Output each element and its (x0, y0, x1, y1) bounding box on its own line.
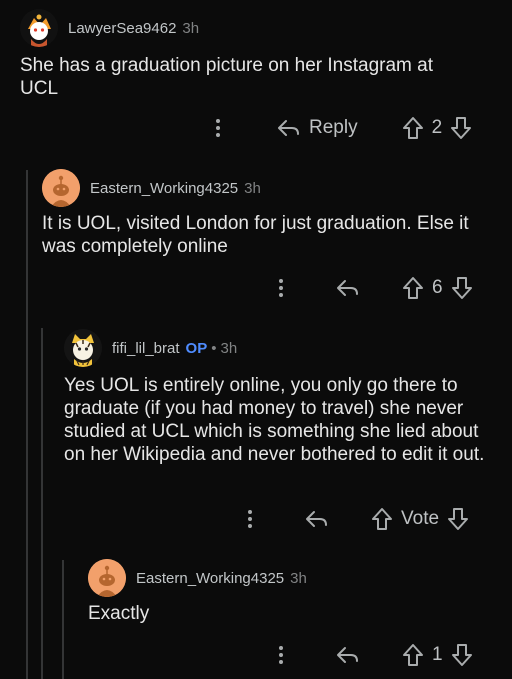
comment-body: Exactly (88, 603, 150, 624)
comment-header: fifi_lil_brat OP • 3h (64, 329, 504, 367)
thread-line-level-3 (62, 560, 64, 679)
op-badge: OP (185, 339, 208, 357)
downvote-button[interactable] (450, 116, 472, 140)
comment-header: Eastern_Working4325 3h (88, 559, 498, 597)
more-options-icon (248, 510, 252, 528)
upvote-arrow-icon (403, 644, 423, 666)
downvote-button[interactable] (451, 276, 473, 300)
downvote-arrow-icon (451, 644, 472, 666)
more-options-button[interactable] (268, 645, 294, 665)
more-options-button[interactable] (268, 278, 294, 298)
timestamp: 3h (290, 569, 307, 587)
snoo-avatar-icon (42, 169, 80, 207)
comment-body: It is UOL, visited London for just gradu… (42, 213, 469, 257)
timestamp: 3h (220, 339, 238, 357)
vote-label: Vote (401, 508, 440, 529)
comment-2-actions: 6 (268, 276, 473, 300)
username[interactable]: LawyerSea9462 (68, 20, 176, 37)
more-options-icon (279, 646, 283, 664)
more-options-icon (216, 119, 220, 137)
comment-body: She has a graduation picture on her Inst… (20, 55, 433, 99)
comment-2: Eastern_Working4325 3h It is UOL, visite… (42, 169, 502, 258)
reply-arrow-icon (278, 120, 299, 136)
more-options-button[interactable] (205, 118, 231, 138)
thread-line-level-1 (26, 170, 28, 679)
avatar[interactable] (64, 329, 102, 367)
upvote-button[interactable] (402, 276, 424, 300)
downvote-arrow-icon (451, 277, 472, 299)
reply-button[interactable] (336, 278, 360, 298)
more-options-button[interactable] (237, 509, 263, 529)
more-options-icon (279, 279, 283, 297)
username[interactable]: Eastern_Working4325 (90, 180, 238, 197)
upvote-button[interactable] (402, 643, 424, 667)
reply-button[interactable]: Reply (277, 117, 358, 139)
avatar[interactable] (20, 9, 58, 47)
reply-button[interactable] (305, 509, 329, 529)
comment-4-actions: 1 (268, 643, 473, 667)
avatar[interactable] (88, 559, 126, 597)
vote-count: 2 (431, 117, 443, 138)
vote-count: 6 (432, 277, 443, 298)
downvote-arrow-icon (448, 508, 469, 530)
tiger-avatar-icon (64, 329, 102, 367)
avatar[interactable] (42, 169, 80, 207)
upvote-arrow-icon (402, 117, 423, 139)
downvote-button[interactable] (451, 643, 473, 667)
comment-1: LawyerSea9462 3h She has a graduation pi… (20, 9, 490, 100)
downvote-arrow-icon (451, 117, 472, 139)
comment-4: Eastern_Working4325 3h Exactly (88, 559, 498, 625)
comment-header: LawyerSea9462 3h (20, 9, 490, 47)
reply-arrow-icon (306, 511, 327, 527)
vote-count: 1 (432, 644, 443, 665)
reply-label: Reply (309, 117, 358, 138)
comment-header: Eastern_Working4325 3h (42, 169, 502, 207)
upvote-arrow-icon (372, 508, 392, 530)
downvote-button[interactable] (447, 507, 469, 531)
snoo-avatar-icon (88, 559, 126, 597)
comment-3-actions: Vote (237, 507, 469, 531)
reply-button[interactable] (336, 645, 360, 665)
separator-dot: • (211, 339, 217, 357)
thread-line-level-2 (41, 328, 43, 679)
upvote-button[interactable] (402, 116, 424, 140)
reply-arrow-icon (337, 280, 358, 296)
timestamp: 3h (244, 179, 261, 197)
timestamp: 3h (182, 19, 200, 37)
reply-arrow-icon (337, 647, 358, 663)
comment-body: Yes UOL is entirely online, you only go … (64, 375, 485, 465)
username[interactable]: Eastern_Working4325 (136, 570, 284, 587)
comment-1-actions: Reply 2 (205, 116, 472, 140)
username[interactable]: fifi_lil_brat (112, 340, 180, 357)
snoo-avatar-icon (20, 9, 58, 47)
comment-3: fifi_lil_brat OP • 3h Yes UOL is entirel… (64, 329, 504, 466)
upvote-arrow-icon (403, 277, 423, 299)
upvote-button[interactable] (371, 507, 393, 531)
